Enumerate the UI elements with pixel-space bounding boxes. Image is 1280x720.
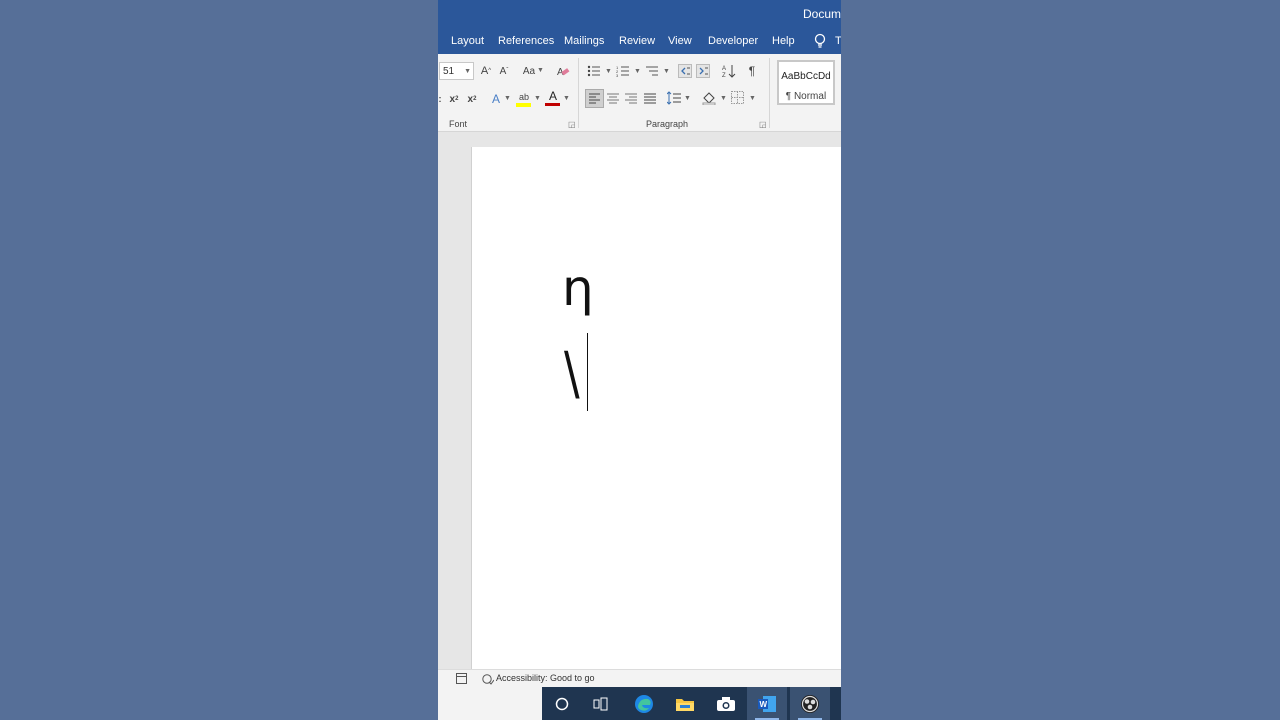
- tab-help[interactable]: Help: [772, 35, 795, 47]
- svg-text:A: A: [722, 66, 726, 72]
- increase-indent-icon[interactable]: [696, 64, 710, 78]
- grow-font-button[interactable]: A ^: [480, 64, 492, 78]
- obs-icon[interactable]: [790, 687, 830, 720]
- window-title: Docum: [802, 7, 841, 21]
- borders-icon[interactable]: [731, 91, 744, 104]
- word-icon[interactable]: W: [747, 687, 787, 720]
- camera-icon[interactable]: [706, 687, 746, 720]
- chevron-down-icon[interactable]: ▼: [537, 67, 544, 74]
- tab-layout[interactable]: Layout: [451, 35, 484, 47]
- tab-developer[interactable]: Developer: [708, 35, 758, 47]
- subscript-button[interactable]: x2: [447, 92, 461, 106]
- ribbon: 51 ▼ A ^ Aˇ Aa ▼ A : x2 x2 A ▼ ab ▼ A ▼ F…: [438, 54, 841, 132]
- tab-references[interactable]: References: [498, 35, 554, 47]
- bullets-icon[interactable]: [587, 65, 601, 77]
- group-divider: [769, 58, 770, 128]
- tab-mailings[interactable]: Mailings: [564, 35, 604, 47]
- font-color-button[interactable]: A: [546, 89, 560, 103]
- font-group-label: Font: [449, 119, 468, 129]
- style-sample-text: AaBbCcDd: [781, 71, 831, 82]
- status-bar: Accessibility: Good to go: [438, 669, 841, 688]
- tab-review[interactable]: Review: [619, 35, 655, 47]
- font-size-value: 51: [443, 66, 455, 77]
- superscript-button[interactable]: x2: [465, 92, 479, 106]
- taskbar: W: [542, 687, 841, 720]
- highlight-color-bar: [516, 103, 531, 107]
- clear-formatting-icon[interactable]: A: [556, 64, 570, 78]
- svg-text:3: 3: [616, 73, 619, 77]
- align-right-icon[interactable]: [625, 92, 637, 104]
- font-color-bar: [545, 103, 560, 106]
- style-name: ¶ Normal: [785, 91, 827, 102]
- font-dialog-launcher-icon[interactable]: ◲: [568, 120, 576, 129]
- align-center-icon[interactable]: [607, 92, 619, 104]
- taskbar-left-area: [438, 687, 542, 720]
- ribbon-tabs: Layout References Mailings Review View D…: [438, 27, 841, 54]
- accessibility-status[interactable]: Accessibility: Good to go: [496, 673, 595, 683]
- highlight-button[interactable]: ab: [516, 90, 532, 104]
- group-divider: [578, 58, 579, 128]
- style-normal[interactable]: AaBbCcDd ¶ Normal: [777, 60, 835, 105]
- chevron-down-icon[interactable]: ▼: [504, 95, 511, 102]
- chevron-down-icon[interactable]: ▼: [749, 95, 756, 102]
- chevron-down-icon[interactable]: ▼: [534, 95, 541, 102]
- text-effects-button[interactable]: A: [489, 91, 503, 107]
- shading-icon[interactable]: [701, 90, 716, 105]
- paragraph-dialog-launcher-icon[interactable]: ◲: [759, 120, 767, 129]
- tab-view[interactable]: View: [668, 35, 692, 47]
- font-size-field[interactable]: 51 ▼: [439, 62, 474, 80]
- multilevel-list-icon[interactable]: [645, 65, 659, 77]
- line-spacing-icon[interactable]: [667, 91, 681, 105]
- paragraph-group-label: Paragraph: [646, 119, 689, 129]
- align-left-icon[interactable]: [585, 89, 604, 108]
- chevron-down-icon: ▼: [464, 68, 471, 75]
- edge-icon[interactable]: [624, 687, 664, 720]
- lightbulb-icon[interactable]: [813, 33, 827, 48]
- svg-text:W: W: [760, 700, 768, 709]
- chevron-down-icon[interactable]: ▼: [634, 68, 641, 75]
- tell-me-label[interactable]: T: [835, 35, 841, 47]
- text-cursor: [587, 333, 588, 411]
- document-text-line-2: \: [564, 339, 580, 407]
- sort-icon[interactable]: AZ: [722, 64, 736, 78]
- svg-text:Z: Z: [722, 73, 726, 78]
- chevron-down-icon[interactable]: ▼: [720, 95, 727, 102]
- decrease-indent-icon[interactable]: [678, 64, 692, 78]
- file-explorer-icon[interactable]: [665, 687, 705, 720]
- chevron-down-icon[interactable]: ▼: [605, 68, 612, 75]
- document-area: η \: [438, 132, 841, 669]
- word-window: Docum Layout References Mailings Review …: [438, 0, 841, 720]
- show-marks-button[interactable]: ¶: [746, 64, 758, 78]
- title-bar: Docum: [438, 0, 841, 27]
- document-text-line-1: η: [562, 259, 594, 317]
- document-page[interactable]: η \: [471, 147, 841, 669]
- justify-icon[interactable]: [644, 92, 656, 104]
- accessibility-icon[interactable]: [482, 673, 494, 685]
- task-view-icon[interactable]: [581, 687, 621, 720]
- chevron-down-icon[interactable]: ▼: [563, 95, 570, 102]
- strikethrough-button[interactable]: :: [438, 92, 442, 106]
- chevron-down-icon[interactable]: ▼: [663, 68, 670, 75]
- search-icon[interactable]: [542, 687, 582, 720]
- change-case-button[interactable]: Aa: [521, 64, 537, 78]
- numbering-icon[interactable]: 123: [616, 65, 630, 77]
- shrink-font-button[interactable]: Aˇ: [498, 64, 510, 78]
- chevron-down-icon[interactable]: ▼: [684, 95, 691, 102]
- page-view-icon[interactable]: [456, 673, 467, 684]
